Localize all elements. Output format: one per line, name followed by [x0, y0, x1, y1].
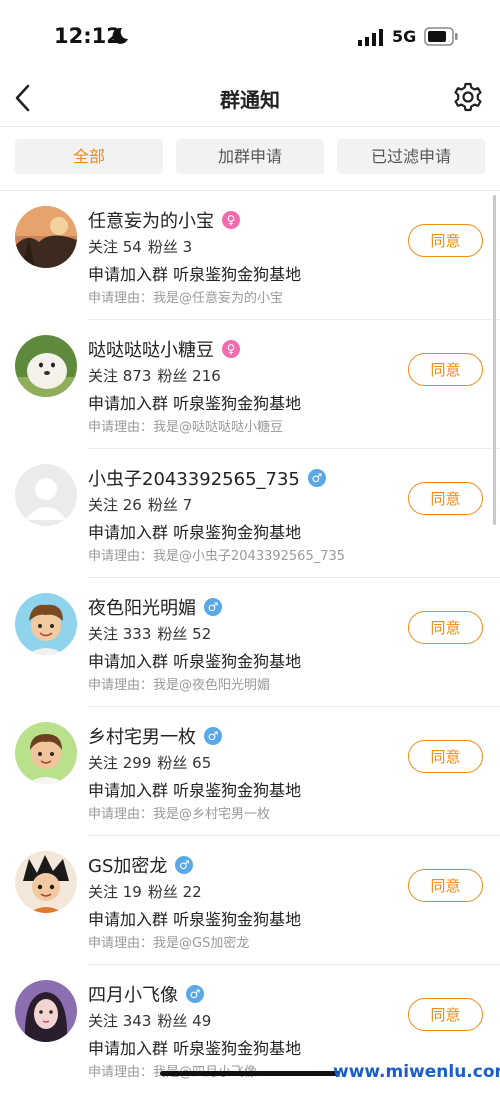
agree-button[interactable]: 同意 — [408, 869, 483, 902]
list-item[interactable]: 哒哒哒哒小糖豆 ♀ 关注 873 粉丝 216 申请加入群 听泉鉴狗金狗基地 申请… — [0, 320, 500, 449]
following-count: 关注 873 — [88, 367, 152, 385]
gear-icon[interactable] — [452, 81, 484, 113]
request-text: 申请加入群 听泉鉴狗金狗基地 — [88, 1039, 302, 1058]
avatar[interactable] — [15, 206, 77, 268]
agree-button[interactable]: 同意 — [408, 353, 483, 386]
request-text: 申请加入群 听泉鉴狗金狗基地 — [88, 781, 302, 800]
agree-button[interactable]: 同意 — [408, 224, 483, 257]
tab-filtered-requests[interactable]: 已过滤申请 — [337, 139, 485, 174]
male-icon: ♂ — [186, 985, 204, 1003]
male-icon: ♂ — [204, 598, 222, 616]
female-icon: ♀ — [222, 211, 240, 229]
following-count: 关注 333 — [88, 625, 152, 643]
network-label: 5G — [392, 27, 417, 46]
avatar[interactable] — [15, 335, 77, 397]
agree-button[interactable]: 同意 — [408, 482, 483, 515]
follower-count: 粉丝 7 — [147, 496, 193, 514]
following-count: 关注 343 — [88, 1012, 152, 1030]
follower-count: 粉丝 65 — [157, 754, 212, 772]
user-name[interactable]: 小虫子2043392565_735 — [88, 465, 300, 491]
user-stats: 关注 19 粉丝 22 — [88, 881, 208, 902]
request-reason: 申请理由：我是@GS加密龙 — [88, 936, 250, 951]
name-row: 任意妄为的小宝 ♀ — [88, 207, 240, 233]
name-row: GS加密龙 ♂ — [88, 852, 194, 878]
avatar[interactable] — [15, 851, 77, 913]
request-text: 申请加入群 听泉鉴狗金狗基地 — [88, 652, 302, 671]
watermark: www.miwenlu.com — [333, 1062, 500, 1082]
avatar[interactable] — [15, 722, 77, 784]
user-name[interactable]: 夜色阳光明媚 — [88, 594, 196, 620]
signal-icon — [358, 29, 384, 46]
home-indicator[interactable] — [160, 1071, 340, 1076]
name-row: 四月小飞像 ♂ — [88, 981, 204, 1007]
user-stats: 关注 54 粉丝 3 — [88, 236, 198, 257]
user-name[interactable]: GS加密龙 — [88, 852, 167, 878]
moon-icon — [111, 27, 129, 45]
page-title: 群通知 — [220, 88, 280, 112]
user-name[interactable]: 哒哒哒哒小糖豆 — [88, 336, 214, 362]
follower-count: 粉丝 22 — [147, 883, 202, 901]
user-stats: 关注 333 粉丝 52 — [88, 623, 217, 644]
agree-button[interactable]: 同意 — [408, 998, 483, 1031]
male-icon: ♂ — [204, 727, 222, 745]
request-reason: 申请理由：我是@夜色阳光明媚 — [88, 678, 271, 693]
request-reason: 申请理由：我是@乡村宅男一枚 — [88, 807, 271, 822]
status-bar: 12:12 5G — [0, 0, 500, 70]
avatar[interactable] — [15, 464, 77, 526]
request-text: 申请加入群 听泉鉴狗金狗基地 — [88, 910, 302, 929]
name-row: 夜色阳光明媚 ♂ — [88, 594, 222, 620]
following-count: 关注 26 — [88, 496, 142, 514]
user-name[interactable]: 乡村宅男一枚 — [88, 723, 196, 749]
tab-all[interactable]: 全部 — [15, 139, 163, 174]
list-item[interactable]: 夜色阳光明媚 ♂ 关注 333 粉丝 52 申请加入群 听泉鉴狗金狗基地 申请理由… — [0, 578, 500, 707]
list-item[interactable]: 乡村宅男一枚 ♂ 关注 299 粉丝 65 申请加入群 听泉鉴狗金狗基地 申请理由… — [0, 707, 500, 836]
tab-join-requests[interactable]: 加群申请 — [176, 139, 324, 174]
list-item[interactable]: GS加密龙 ♂ 关注 19 粉丝 22 申请加入群 听泉鉴狗金狗基地 申请理由：我… — [0, 836, 500, 965]
user-name[interactable]: 四月小飞像 — [88, 981, 178, 1007]
request-text: 申请加入群 听泉鉴狗金狗基地 — [88, 394, 302, 413]
user-name[interactable]: 任意妄为的小宝 — [88, 207, 214, 233]
following-count: 关注 54 — [88, 238, 142, 256]
follower-count: 粉丝 3 — [147, 238, 193, 256]
request-reason: 申请理由：我是@任意妄为的小宝 — [88, 291, 284, 306]
avatar[interactable] — [15, 980, 77, 1042]
nav-bar: 群通知 — [0, 70, 500, 127]
user-stats: 关注 299 粉丝 65 — [88, 752, 217, 773]
name-row: 小虫子2043392565_735 ♂ — [88, 465, 326, 491]
following-count: 关注 19 — [88, 883, 142, 901]
scrollbar[interactable] — [493, 195, 496, 525]
request-reason: 申请理由：我是@小虫子2043392565_735 — [88, 549, 346, 564]
name-row: 哒哒哒哒小糖豆 ♀ — [88, 336, 240, 362]
request-text: 申请加入群 听泉鉴狗金狗基地 — [88, 523, 302, 542]
battery-icon — [424, 27, 458, 46]
request-reason: 申请理由：我是@哒哒哒哒小糖豆 — [88, 420, 284, 435]
list-item[interactable]: 任意妄为的小宝 ♀ 关注 54 粉丝 3 申请加入群 听泉鉴狗金狗基地 申请理由：… — [0, 191, 500, 320]
male-icon: ♂ — [307, 469, 326, 487]
name-row: 乡村宅男一枚 ♂ — [88, 723, 222, 749]
male-icon: ♂ — [175, 856, 194, 874]
agree-button[interactable]: 同意 — [408, 740, 483, 773]
follower-count: 粉丝 216 — [157, 367, 221, 385]
avatar[interactable] — [15, 593, 77, 655]
request-text: 申请加入群 听泉鉴狗金狗基地 — [88, 265, 302, 284]
user-stats: 关注 343 粉丝 49 — [88, 1010, 217, 1031]
follower-count: 粉丝 52 — [157, 625, 212, 643]
filter-tabs: 全部 加群申请 已过滤申请 — [0, 126, 500, 191]
user-stats: 关注 873 粉丝 216 — [88, 365, 227, 386]
following-count: 关注 299 — [88, 754, 152, 772]
agree-button[interactable]: 同意 — [408, 611, 483, 644]
female-icon: ♀ — [222, 340, 240, 358]
user-stats: 关注 26 粉丝 7 — [88, 494, 198, 515]
notification-list: 任意妄为的小宝 ♀ 关注 54 粉丝 3 申请加入群 听泉鉴狗金狗基地 申请理由：… — [0, 191, 500, 1094]
follower-count: 粉丝 49 — [157, 1012, 212, 1030]
list-item[interactable]: 小虫子2043392565_735 ♂ 关注 26 粉丝 7 申请加入群 听泉鉴狗… — [0, 449, 500, 578]
